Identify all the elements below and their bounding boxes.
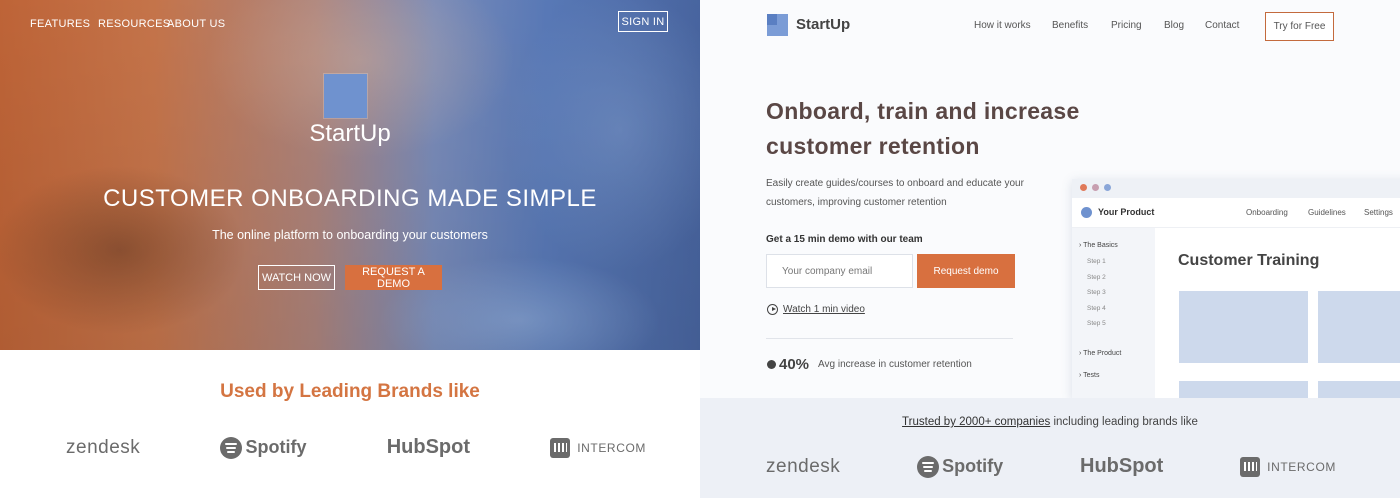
- preview-nav-onboarding: Onboarding: [1246, 208, 1288, 217]
- spotify-logo: Spotify: [220, 436, 307, 459]
- preview-card: [1318, 291, 1400, 363]
- preview-nav-settings: Settings: [1364, 208, 1393, 217]
- product-logo-icon: [1081, 207, 1092, 218]
- spotify-wordmark: Spotify: [245, 437, 307, 457]
- hubspot-wordmark: HubSpot: [1080, 455, 1164, 477]
- preview-step: Step 5: [1087, 320, 1106, 327]
- nav-about-link[interactable]: ABOUT US: [167, 18, 225, 30]
- preview-card: [1179, 291, 1308, 363]
- request-demo-button[interactable]: REQUEST A DEMO: [345, 265, 442, 290]
- minimize-dot-icon: [1092, 184, 1099, 191]
- preview-card: [1179, 381, 1308, 399]
- preview-section-product: › The Product: [1079, 350, 1122, 357]
- play-icon: [767, 304, 778, 315]
- nav-how-it-works-link[interactable]: How it works: [974, 20, 1031, 31]
- preview-step: Step 2: [1087, 274, 1106, 281]
- nav-blog-link[interactable]: Blog: [1164, 20, 1184, 31]
- preview-section-basics: › The Basics: [1079, 242, 1118, 249]
- maximize-dot-icon: [1104, 184, 1111, 191]
- trusted-text-rest: including leading brands like: [1050, 416, 1198, 428]
- hero-photo-overlay: [0, 0, 700, 350]
- preview-sidebar: › The Basics Step 1 Step 2 Step 3 Step 4…: [1072, 228, 1155, 399]
- intercom-wordmark: INTERCOM: [577, 440, 646, 455]
- brand-logo-row: zendesk Spotify HubSpot INTERCOM: [66, 436, 646, 459]
- hubspot-logo: HubSpot: [387, 436, 470, 459]
- hero-subtitle: The online platform to onboarding your c…: [212, 228, 488, 242]
- hubspot-logo: HubSpot: [1080, 455, 1163, 478]
- spotify-logo: Spotify: [917, 455, 1004, 478]
- startup-logo-icon[interactable]: [767, 14, 788, 36]
- intercom-icon: [550, 437, 571, 458]
- stat-label: Avg increase in customer retention: [818, 359, 972, 370]
- zendesk-logo: zendesk: [66, 437, 140, 459]
- product-preview: Your Product Onboarding Guidelines Setti…: [1072, 179, 1400, 399]
- nav-pricing-link[interactable]: Pricing: [1111, 20, 1142, 31]
- nav-benefits-link[interactable]: Benefits: [1052, 20, 1088, 31]
- trusted-companies-link[interactable]: Trusted by 2000+ companies: [902, 416, 1050, 428]
- trusted-section: [700, 398, 1400, 498]
- intercom-icon: [1240, 456, 1261, 477]
- left-design: FEATURES RESOURCES ABOUT US SIGN IN Star…: [0, 0, 700, 498]
- intercom-wordmark: INTERCOM: [1267, 459, 1336, 474]
- retention-stat: 40% Avg increase in customer retention: [767, 356, 972, 373]
- page-headline: Onboard, train and increase customer ret…: [766, 98, 1080, 159]
- stat-value: 40%: [779, 356, 810, 373]
- hero-brand-name: StartUp: [309, 120, 391, 147]
- preview-nav-guidelines: Guidelines: [1308, 208, 1346, 217]
- hubspot-wordmark: HubSpot: [386, 436, 470, 458]
- nav-features-link[interactable]: FEATURES: [30, 18, 90, 30]
- brands-section-title: Used by Leading Brands like: [220, 381, 480, 402]
- page-description: Easily create guides/courses to onboard …: [766, 178, 1024, 208]
- close-dot-icon: [1080, 184, 1087, 191]
- intercom-logo: INTERCOM: [1240, 456, 1336, 477]
- startup-logo-icon: [324, 74, 367, 118]
- preview-header: Your Product Onboarding Guidelines Setti…: [1072, 198, 1400, 228]
- zendesk-logo: zendesk: [766, 456, 840, 478]
- window-titlebar: [1072, 179, 1400, 198]
- trusted-text: Trusted by 2000+ companies including lea…: [700, 416, 1400, 428]
- nav-resources-link[interactable]: RESOURCES: [98, 18, 170, 30]
- spotify-wordmark: Spotify: [942, 456, 1004, 476]
- brand-logo-row: zendesk Spotify HubSpot INTERCOM: [766, 455, 1336, 478]
- zendesk-wordmark: zendesk: [766, 455, 841, 477]
- demo-form-label: Get a 15 min demo with our team: [766, 234, 923, 245]
- watch-video-label: Watch 1 min video: [783, 304, 865, 315]
- right-design: StartUp How it works Benefits Pricing Bl…: [700, 0, 1400, 498]
- request-demo-button[interactable]: Request demo: [917, 254, 1015, 288]
- preview-section-tests: › Tests: [1079, 372, 1100, 379]
- watch-video-link[interactable]: Watch 1 min video: [767, 304, 865, 315]
- preview-step: Step 3: [1087, 289, 1106, 296]
- hero-section: FEATURES RESOURCES ABOUT US SIGN IN Star…: [0, 0, 700, 350]
- spotify-icon: [917, 455, 940, 478]
- divider: [766, 338, 1013, 339]
- arrow-up-icon: [767, 360, 776, 369]
- preview-product-title: Your Product: [1098, 207, 1155, 217]
- brand-name[interactable]: StartUp: [796, 16, 850, 33]
- hero-headline: CUSTOMER ONBOARDING MADE SIMPLE: [103, 185, 597, 212]
- nav-contact-link[interactable]: Contact: [1205, 20, 1239, 31]
- zendesk-wordmark: zendesk: [66, 436, 141, 458]
- spotify-icon: [220, 436, 243, 459]
- company-email-input[interactable]: [766, 254, 913, 288]
- preview-card: [1318, 381, 1400, 399]
- try-for-free-button[interactable]: Try for Free: [1265, 12, 1334, 41]
- preview-heading: Customer Training: [1178, 252, 1320, 269]
- preview-step: Step 1: [1087, 258, 1106, 265]
- intercom-logo: INTERCOM: [550, 437, 646, 458]
- watch-now-button[interactable]: WATCH NOW: [258, 265, 335, 290]
- preview-step: Step 4: [1087, 305, 1106, 312]
- sign-in-button[interactable]: SIGN IN: [618, 11, 668, 32]
